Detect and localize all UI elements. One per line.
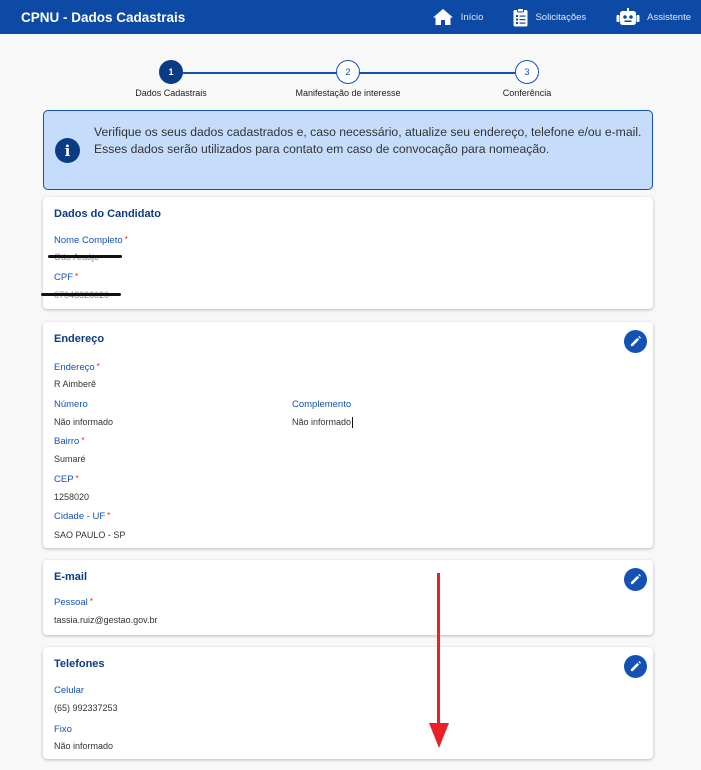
email-pessoal-value: tassia.ruiz@gestao.gov.br xyxy=(54,615,158,625)
step-label: Manifestação de interesse xyxy=(295,88,401,98)
step-conferencia[interactable]: 3 Conferência xyxy=(457,60,597,98)
numero-label: Número xyxy=(54,399,88,410)
top-nav: Início Solicitações Assistente xyxy=(402,0,691,34)
alert-message: Verifique os seus dados cadastrados e, c… xyxy=(94,124,642,157)
endereco-label: Endereço * xyxy=(54,362,100,373)
home-icon xyxy=(432,8,454,26)
nav-solicitacoes[interactable]: Solicitações xyxy=(513,7,587,27)
top-bar: CPNU - Dados Cadastrais Início Solicitaç xyxy=(0,0,701,34)
pencil-icon xyxy=(630,336,641,347)
numero-value: Não informado xyxy=(54,417,114,427)
fixo-label: Fixo xyxy=(54,724,72,735)
nav-solicitacoes-label: Solicitações xyxy=(535,11,587,23)
card-telefones: Telefones Celular (65) 992337253 Fixo Nã… xyxy=(43,647,653,759)
card-title: E-mail xyxy=(54,571,88,583)
step-number: 2 xyxy=(336,60,360,84)
alert-line-1: Verifique os seus dados cadastrados e, c… xyxy=(94,125,642,139)
edit-endereco-button[interactable] xyxy=(624,330,647,353)
cpf-label: CPF * xyxy=(54,272,79,283)
cidade-value: SAO PAULO - SP xyxy=(54,530,126,540)
pencil-icon xyxy=(630,661,641,672)
alert-line-2: Esses dados serão utilizados para contat… xyxy=(94,141,550,156)
step-dados-cadastrais[interactable]: 1 Dados Cadastrais xyxy=(101,60,241,98)
card-email: E-mail Pessoal * tassia.ruiz@gestao.gov.b… xyxy=(43,560,653,635)
step-manifestacao[interactable]: 2 Manifestação de interesse xyxy=(278,60,418,98)
bairro-label: Bairro * xyxy=(54,436,85,447)
nav-assistente-label: Assistente xyxy=(647,11,691,23)
endereco-value: R Aimberê xyxy=(54,379,97,389)
redaction-mark xyxy=(48,255,122,258)
cidade-label: Cidade - UF * xyxy=(54,511,111,522)
step-number: 3 xyxy=(515,60,539,84)
edit-telefones-button[interactable] xyxy=(624,655,647,678)
page-content: 1 Dados Cadastrais 2 Manifestação de int… xyxy=(0,34,701,770)
complemento-label: Complemento xyxy=(292,399,352,410)
card-title: Telefones xyxy=(54,658,105,670)
pencil-icon xyxy=(630,574,641,585)
card-title: Endereço xyxy=(54,333,105,345)
bairro-value: Sumaré xyxy=(54,454,86,464)
fixo-value: Não informado xyxy=(54,741,114,751)
redaction-mark xyxy=(41,293,121,296)
celular-value: (65) 992337253 xyxy=(54,703,118,713)
clipboard-icon xyxy=(513,7,528,27)
card-title: Dados do Candidato xyxy=(54,208,161,220)
celular-label: Celular xyxy=(54,685,85,696)
email-pessoal-label: Pessoal * xyxy=(54,597,93,608)
cep-value: 1258020 xyxy=(54,492,90,502)
nav-inicio[interactable]: Início xyxy=(432,8,484,26)
app-title: CPNU - Dados Cadastrais xyxy=(21,9,186,25)
step-label: Dados Cadastrais xyxy=(135,88,207,98)
nav-inicio-label: Início xyxy=(460,11,484,23)
edit-email-button[interactable] xyxy=(624,568,647,591)
progress-stepper: 1 Dados Cadastrais 2 Manifestação de int… xyxy=(0,60,701,110)
card-endereco: Endereço Endereço * R Aimberê Número Não … xyxy=(43,322,653,548)
nome-label: Nome Completo * xyxy=(54,235,128,246)
card-dados-candidato: Dados do Candidato Nome Completo* Otto A… xyxy=(41,197,653,309)
step-number: 1 xyxy=(159,60,183,84)
info-alert: i Verifique os seus dados cadastrados e,… xyxy=(43,110,653,190)
scroll-down-arrow-annotation xyxy=(429,573,449,748)
robot-icon xyxy=(616,8,640,26)
text-cursor xyxy=(352,417,354,429)
complemento-value: Não informado xyxy=(292,417,354,429)
step-label: Conferência xyxy=(502,88,552,98)
cep-label: CEP * xyxy=(54,474,79,485)
info-icon: i xyxy=(55,138,80,163)
nav-assistente[interactable]: Assistente xyxy=(616,8,691,26)
